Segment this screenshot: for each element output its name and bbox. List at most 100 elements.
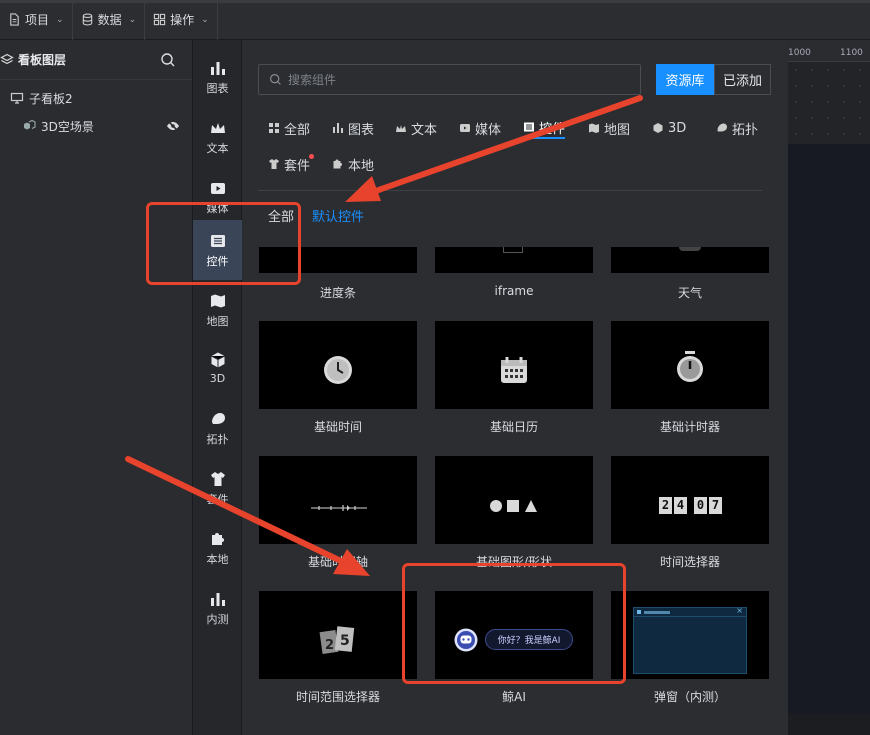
added-button[interactable]: 已添加 (714, 64, 771, 95)
card-basic-timer[interactable] (611, 321, 769, 409)
divider (258, 190, 762, 191)
category-3d[interactable]: 3D (193, 338, 242, 398)
card-weather[interactable] (611, 247, 769, 273)
cube-group-icon (24, 119, 36, 130)
svg-text:5: 5 (340, 633, 350, 649)
tab-topology[interactable]: 拓扑 (716, 117, 758, 139)
card-basic-timeline[interactable] (259, 456, 417, 544)
category-topology[interactable]: 拓扑 (193, 398, 242, 458)
card-whale-ai[interactable]: 你好？我是鲸AI (435, 591, 593, 679)
menu-operate-label: 操作 (170, 13, 195, 27)
chevron-down-icon: ⌄ (56, 14, 64, 25)
category-label: 文本 (206, 141, 229, 155)
card-label: 时间选择器 (659, 555, 720, 569)
category-widget[interactable]: 控件 (193, 220, 242, 280)
tab-widget[interactable]: 控件 (523, 117, 566, 139)
tab-all[interactable]: 全部 (268, 117, 310, 139)
tab-label: 套件 (284, 158, 311, 174)
tab-label: 媒体 (475, 122, 502, 138)
tab-3d[interactable]: 3D (652, 117, 686, 139)
weather-thumb (679, 247, 701, 251)
subfilter-default-widgets[interactable]: 默认控件 (312, 206, 364, 225)
card-label: 鲸AI (502, 690, 526, 704)
layer-item-board[interactable]: 子看板2 (0, 84, 192, 112)
digit: 7 (709, 497, 722, 514)
subfilter-all[interactable]: 全部 (268, 206, 294, 225)
category-text[interactable]: 文本 (193, 107, 242, 167)
layer-item-scene[interactable]: 3D空场景 (0, 112, 192, 140)
card-popup[interactable]: × (611, 591, 769, 679)
chevron-down-icon: ⌄ (201, 14, 209, 25)
title-placeholder (644, 611, 670, 614)
category-kit[interactable]: 套件 (193, 458, 242, 518)
menu-operate[interactable]: 操作 ⌄ (145, 0, 218, 40)
topology-icon (717, 123, 727, 132)
card-label: 弹窗（内测） (653, 690, 726, 704)
tab-chart[interactable]: 图表 (332, 117, 374, 139)
canvas-board[interactable] (788, 144, 870, 714)
crown-icon (396, 125, 406, 132)
category-label: 拓扑 (206, 432, 229, 446)
tab-label: 拓扑 (732, 122, 759, 138)
media-icon (210, 182, 225, 194)
card-basic-time[interactable] (259, 321, 417, 409)
card-basic-shapes[interactable] (435, 456, 593, 544)
category-chart[interactable]: 图表 (193, 47, 242, 107)
clock-icon (324, 356, 352, 384)
menu-project-label: 项目 (25, 13, 50, 27)
category-label: 地图 (206, 314, 229, 328)
layers-header: 看板图层 (0, 40, 192, 80)
tab-local[interactable]: 本地 (332, 153, 374, 175)
component-search[interactable] (258, 64, 641, 95)
canvas-grid (788, 62, 870, 144)
category-label: 媒体 (206, 201, 229, 215)
digit-display: 2 4 0 7 (659, 497, 722, 514)
card-progress-bar[interactable] (259, 247, 417, 273)
horizontal-ruler: 1000 1100 (788, 40, 870, 62)
tab-label: 图表 (348, 122, 375, 138)
puzzle-icon (333, 159, 342, 169)
tab-label: 本地 (348, 158, 375, 174)
widget-icon (524, 122, 534, 132)
category-label: 内测 (206, 612, 229, 626)
category-label: 套件 (206, 492, 229, 506)
menu-data[interactable]: 数据 ⌄ (73, 0, 146, 40)
new-badge (309, 154, 314, 159)
map-icon (210, 294, 225, 307)
timeline-icon (311, 505, 367, 511)
card-label: iframe (494, 284, 534, 298)
category-label: 本地 (206, 552, 229, 566)
search-input[interactable] (288, 72, 618, 87)
tab-text[interactable]: 文本 (395, 117, 437, 139)
layers-icon (0, 53, 14, 64)
widget-icon (210, 234, 225, 247)
category-media[interactable]: 媒体 (193, 167, 242, 227)
bar-chart-icon (210, 592, 225, 606)
tab-label: 文本 (411, 122, 438, 138)
cube-icon (210, 352, 225, 368)
category-beta[interactable]: 内测 (193, 578, 242, 638)
menu-project[interactable]: 项目 ⌄ (0, 0, 73, 40)
card-label: 天气 (677, 286, 702, 300)
close-icon: × (736, 606, 743, 615)
category-local[interactable]: 本地 (193, 518, 242, 578)
digit: 0 (694, 497, 707, 514)
resource-library-button[interactable]: 资源库 (656, 64, 714, 95)
tab-kit[interactable]: 套件 (268, 153, 310, 175)
tab-media[interactable]: 媒体 (459, 117, 501, 139)
search-icon (270, 74, 281, 85)
card-basic-calendar[interactable] (435, 321, 593, 409)
search-icon[interactable] (160, 52, 176, 68)
category-bar: 图表 文本 媒体 控件 地图 3D 拓扑 套件 本地 内测 (193, 40, 242, 735)
card-iframe[interactable] (435, 247, 593, 273)
card-time-range-picker[interactable]: 25 (259, 591, 417, 679)
eye-hidden-icon[interactable] (166, 119, 180, 133)
canvas-area[interactable]: 1000 1100 (788, 40, 870, 735)
card-time-picker[interactable]: 2 4 0 7 (611, 456, 769, 544)
ruler-tick-label: 1000 (788, 48, 811, 58)
category-map[interactable]: 地图 (193, 280, 242, 340)
crown-icon (210, 122, 225, 133)
tab-map[interactable]: 地图 (588, 117, 630, 139)
shirt-icon (269, 159, 279, 169)
cube-icon (653, 123, 663, 133)
